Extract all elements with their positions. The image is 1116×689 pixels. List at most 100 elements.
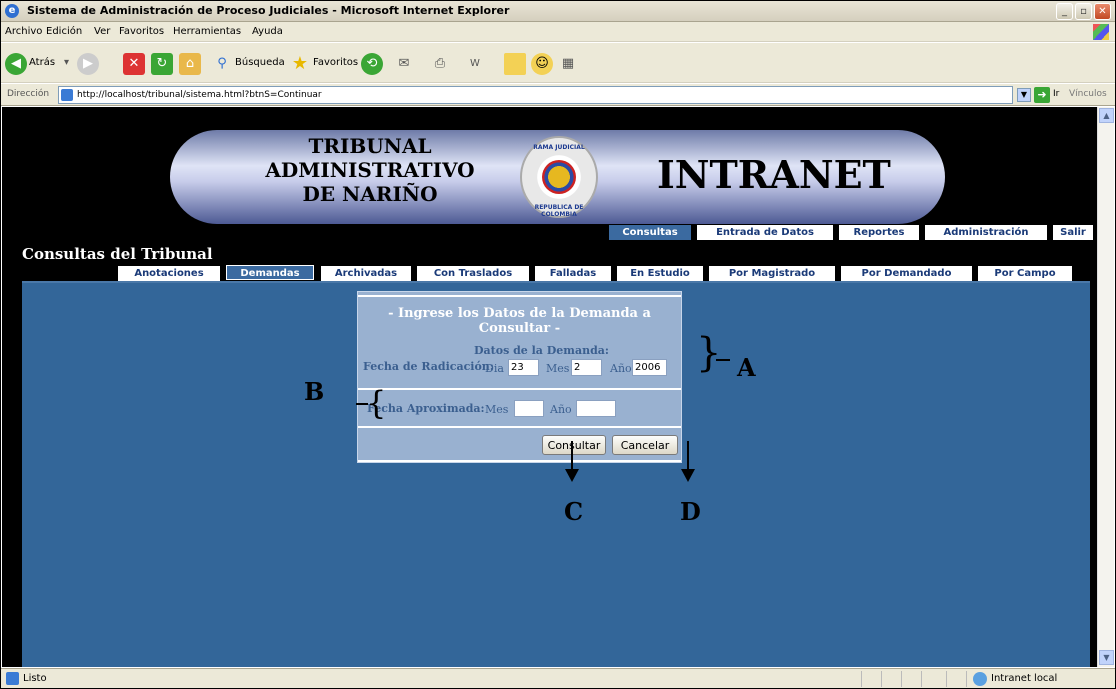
subtab-en-estudio[interactable]: En Estudio xyxy=(617,266,703,281)
scroll-up-icon[interactable]: ▲ xyxy=(1099,108,1114,123)
annotation-a: A xyxy=(737,353,756,382)
annotation-d: D xyxy=(680,497,701,526)
address-label: Dirección xyxy=(7,89,50,99)
intranet-zone-icon xyxy=(973,672,987,686)
windows-logo-icon xyxy=(1093,24,1109,40)
anio-input[interactable] xyxy=(632,359,667,376)
address-dropdown-icon[interactable]: ▼ xyxy=(1017,88,1031,102)
menu-herramientas[interactable]: Herramientas xyxy=(173,26,241,37)
messenger-icon[interactable]: ☺ xyxy=(531,53,553,75)
annotation-a-tick xyxy=(716,359,730,361)
aprox-anio-input[interactable] xyxy=(576,400,616,417)
mail-icon[interactable]: ✉ xyxy=(393,53,415,75)
edit-icon[interactable]: W xyxy=(464,53,486,75)
back-arrow-icon[interactable]: ◀ xyxy=(5,53,27,75)
consultar-button[interactable]: Consultar xyxy=(542,435,606,455)
page-status-icon xyxy=(6,672,19,685)
subtab-con-traslados[interactable]: Con Traslados xyxy=(417,266,529,281)
url-text: http://localhost/tribunal/sistema.html?b… xyxy=(77,90,322,100)
ie-icon: e xyxy=(5,4,19,18)
folder-icon[interactable] xyxy=(504,53,526,75)
menu-favoritos[interactable]: Favoritos xyxy=(119,26,164,37)
form-lower-rule xyxy=(358,426,681,428)
go-arrow-icon[interactable]: ➜ xyxy=(1034,87,1050,103)
status-bar: Listo Intranet local xyxy=(1,668,1115,688)
status-separator xyxy=(901,671,902,687)
media-icon[interactable]: ▦ xyxy=(557,53,579,75)
menu-ayuda[interactable]: Ayuda xyxy=(252,26,283,37)
header-banner: TRIBUNAL ADMINISTRATIVO DE NARIÑO RAMA J… xyxy=(170,130,945,224)
aprox-mes-label: Mes xyxy=(485,403,509,416)
aprox-mes-input[interactable] xyxy=(514,400,544,417)
aprox-anio-label: Año xyxy=(550,403,572,416)
favorites-star-icon[interactable]: ★ xyxy=(289,53,311,75)
status-separator xyxy=(861,671,862,687)
mes-input[interactable] xyxy=(571,359,602,376)
home-icon[interactable]: ⌂ xyxy=(179,53,201,75)
search-label[interactable]: Búsqueda xyxy=(235,57,285,68)
annotation-b-brace: { xyxy=(366,384,387,422)
window-title: Sistema de Administración de Proceso Jud… xyxy=(27,4,510,17)
minimize-button[interactable]: _ xyxy=(1056,3,1073,20)
annotation-a-brace: } xyxy=(696,330,722,376)
dia-input[interactable] xyxy=(508,359,539,376)
back-label[interactable]: Atrás xyxy=(29,57,55,68)
annotation-b: B xyxy=(304,377,325,406)
search-icon[interactable]: ⚲ xyxy=(211,53,233,75)
seal-bottom-text: REPUBLICA DE COLOMBIA xyxy=(534,204,584,218)
vertical-scrollbar[interactable]: ▲ ▼ xyxy=(1097,107,1114,667)
tab-entrada-de-datos[interactable]: Entrada de Datos xyxy=(697,225,833,240)
menu-archivo[interactable]: Archivo xyxy=(5,26,42,37)
banner-line2: ADMINISTRATIVO xyxy=(265,158,475,182)
subtab-por-magistrado[interactable]: Por Magistrado xyxy=(709,266,835,281)
cancelar-button[interactable]: Cancelar xyxy=(612,435,678,455)
print-icon[interactable]: ⎙ xyxy=(429,53,451,75)
subtab-anotaciones[interactable]: Anotaciones xyxy=(118,266,220,281)
menu-edicion[interactable]: Edición xyxy=(46,26,82,37)
address-bar: Dirección http://localhost/tribunal/sist… xyxy=(1,84,1115,106)
tab-consultas[interactable]: Consultas xyxy=(609,225,691,240)
menu-bar: Archivo Edición Ver Favoritos Herramient… xyxy=(1,22,1115,42)
annotation-c: C xyxy=(564,497,584,526)
form-header: - Ingrese los Datos de la Demanda a Cons… xyxy=(358,306,681,336)
seal-top-text: RAMA JUDICIAL xyxy=(533,144,585,151)
subtab-archivadas[interactable]: Archivadas xyxy=(321,266,411,281)
status-separator xyxy=(921,671,922,687)
annotation-c-arrowhead xyxy=(565,469,579,482)
page-content: TRIBUNAL ADMINISTRATIVO DE NARIÑO RAMA J… xyxy=(2,107,1097,667)
form-top-rule xyxy=(358,295,681,297)
url-field[interactable]: http://localhost/tribunal/sistema.html?b… xyxy=(58,86,1013,104)
menu-ver[interactable]: Ver xyxy=(94,26,110,37)
history-icon[interactable]: ⟲ xyxy=(361,53,383,75)
forward-arrow-icon[interactable]: ▶ xyxy=(77,53,99,75)
status-separator xyxy=(946,671,947,687)
go-label[interactable]: Ir xyxy=(1053,89,1059,99)
links-label[interactable]: Vínculos xyxy=(1069,89,1107,99)
page-title: Consultas del Tribunal xyxy=(22,245,213,263)
stop-icon[interactable]: ✕ xyxy=(123,53,145,75)
back-dropdown-icon[interactable]: ▾ xyxy=(64,57,69,68)
form-mid-rule xyxy=(358,388,681,390)
tab-salir[interactable]: Salir xyxy=(1053,225,1093,240)
subtab-por-demandado[interactable]: Por Demandado xyxy=(841,266,972,281)
search-form: - Ingrese los Datos de la Demanda a Cons… xyxy=(357,291,682,463)
scroll-down-icon[interactable]: ▼ xyxy=(1099,650,1114,665)
annotation-d-line xyxy=(687,441,689,471)
close-button[interactable]: ✕ xyxy=(1094,3,1111,20)
refresh-icon[interactable]: ↻ xyxy=(151,53,173,75)
form-subheader: Datos de la Demanda: xyxy=(474,344,609,357)
subtab-por-campo[interactable]: Por Campo xyxy=(978,266,1072,281)
banner-line3: DE NARIÑO xyxy=(302,182,438,206)
judicial-seal-icon: RAMA JUDICIAL REPUBLICA DE COLOMBIA xyxy=(520,136,598,218)
intranet-title: INTRANET xyxy=(657,152,891,197)
subtab-falladas[interactable]: Falladas xyxy=(535,266,611,281)
title-bar: e Sistema de Administración de Proceso J… xyxy=(1,1,1115,22)
subtab-demandas[interactable]: Demandas xyxy=(226,265,314,280)
maximize-button[interactable]: ▫ xyxy=(1075,3,1092,20)
favorites-label[interactable]: Favoritos xyxy=(313,57,358,68)
page-icon xyxy=(61,89,73,101)
banner-line1: TRIBUNAL xyxy=(308,134,432,158)
fecha-radicacion-label: Fecha de Radicación: xyxy=(363,360,494,373)
tab-reportes[interactable]: Reportes xyxy=(839,225,919,240)
tab-administracion[interactable]: Administración xyxy=(925,225,1047,240)
